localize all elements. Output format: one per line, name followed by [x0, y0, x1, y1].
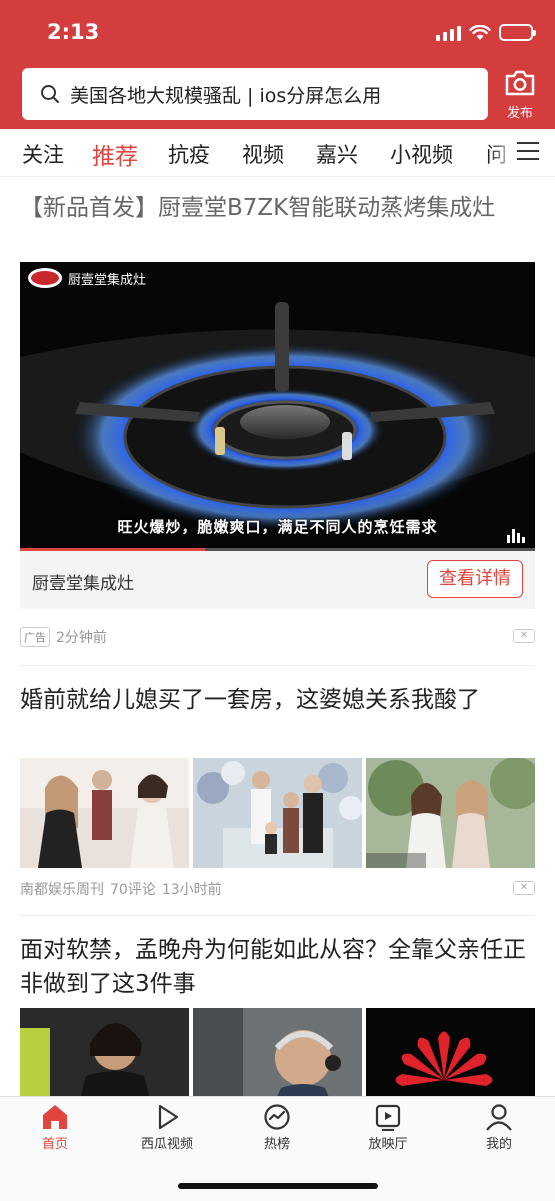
audio-bars-icon[interactable]: [507, 527, 525, 543]
tab-follow[interactable]: 关注: [22, 139, 64, 169]
nav-home-label: 首页: [41, 1137, 68, 1152]
divider: [20, 665, 535, 666]
publish-label: 发布: [506, 106, 533, 121]
search-bar[interactable]: 美国各地大规模骚乱 | ios分屏怎么用: [22, 68, 488, 120]
nav-home[interactable]: 首页: [5, 1103, 105, 1152]
gas-stove-image: [20, 262, 535, 551]
theater-icon: [375, 1104, 401, 1131]
article-source: 南都娱乐周刊: [20, 882, 104, 898]
article-thumbnail-3: [366, 758, 535, 868]
article-title[interactable]: 婚前就给儿媳买了一套房，这婆媳关系我酸了: [20, 683, 536, 717]
dismiss-icon[interactable]: ✕: [513, 629, 535, 643]
wifi-icon: [469, 24, 491, 40]
nav-trending[interactable]: 热榜: [227, 1103, 327, 1152]
nav-mine[interactable]: 我的: [449, 1103, 549, 1152]
view-details-button[interactable]: 查看详情: [427, 560, 523, 598]
signal-icon: [436, 25, 461, 41]
brand-logo: [28, 268, 62, 288]
search-placeholder: 美国各地大规模骚乱 | ios分屏怎么用: [70, 84, 382, 107]
video-brand-overlay: 厨壹堂集成灶: [28, 268, 146, 288]
tab-video[interactable]: 视频: [242, 139, 284, 169]
article-title[interactable]: 面对软禁，孟晚舟为何能如此从容？全靠父亲任正非做到了这3件事: [20, 933, 536, 1001]
ad-time: 2分钟前: [56, 630, 107, 646]
tab-recommend[interactable]: 推荐: [92, 137, 138, 171]
article-meta: 南都娱乐周刊 70评论 13小时前: [20, 879, 222, 899]
home-icon: [43, 1105, 67, 1129]
trending-icon: [264, 1104, 290, 1130]
ad-meta: 广告 2分钟前: [20, 627, 107, 647]
status-icons: [436, 24, 536, 41]
nav-xigua-video[interactable]: 西瓜视频: [117, 1103, 217, 1152]
article-thumbnail-1: [20, 758, 189, 868]
ad-title[interactable]: 【新品首发】厨壹堂B7ZK智能联动蒸烤集成灶: [20, 191, 536, 225]
play-icon: [158, 1104, 179, 1130]
advertiser-name: 厨壹堂集成灶: [32, 574, 134, 594]
article-comments: 70评论: [110, 882, 156, 898]
channel-tabs: 关注 推荐 抗疫 视频 嘉兴 小视频 问: [0, 129, 555, 177]
app-header: 2:13 美国各地大规模骚乱 | ios分屏怎么用 发布: [0, 0, 555, 129]
status-time: 2:13: [47, 20, 100, 44]
article-thumbnail-2: [193, 758, 362, 868]
nav-trending-label: 热榜: [263, 1137, 290, 1152]
nav-theater-label: 放映厅: [368, 1137, 408, 1152]
tab-jiaxing[interactable]: 嘉兴: [316, 139, 358, 169]
channel-menu-icon[interactable]: [517, 142, 543, 164]
tab-anti-epidemic[interactable]: 抗疫: [168, 139, 210, 169]
tab-short-video[interactable]: 小视频: [390, 139, 453, 169]
dismiss-icon[interactable]: ✕: [513, 881, 535, 895]
ad-cta-bar[interactable]: 厨壹堂集成灶 查看详情: [20, 551, 535, 609]
user-icon: [486, 1104, 512, 1131]
ad-tag: 广告: [20, 627, 50, 647]
nav-theater[interactable]: 放映厅: [338, 1103, 438, 1152]
home-indicator[interactable]: [178, 1183, 378, 1189]
article-thumbnails[interactable]: [20, 758, 535, 868]
nav-mine-label: 我的: [485, 1137, 512, 1152]
search-icon: [41, 85, 59, 103]
tabs-fade: [489, 129, 517, 176]
nav-xigua-label: 西瓜视频: [140, 1137, 193, 1152]
battery-icon: [499, 24, 536, 41]
video-caption: 旺火爆炒，脆嫩爽口，满足不同人的烹饪需求: [117, 518, 438, 536]
camera-icon: [505, 70, 535, 96]
divider: [20, 915, 535, 916]
ad-video[interactable]: 厨壹堂集成灶 旺火爆炒，脆嫩爽口，满足不同人的烹饪需求: [20, 262, 535, 551]
video-brand-text: 厨壹堂集成灶: [68, 272, 147, 288]
status-bar: 2:13: [0, 0, 555, 64]
article-time: 13小时前: [161, 882, 222, 898]
publish-button[interactable]: 发布: [497, 70, 543, 122]
